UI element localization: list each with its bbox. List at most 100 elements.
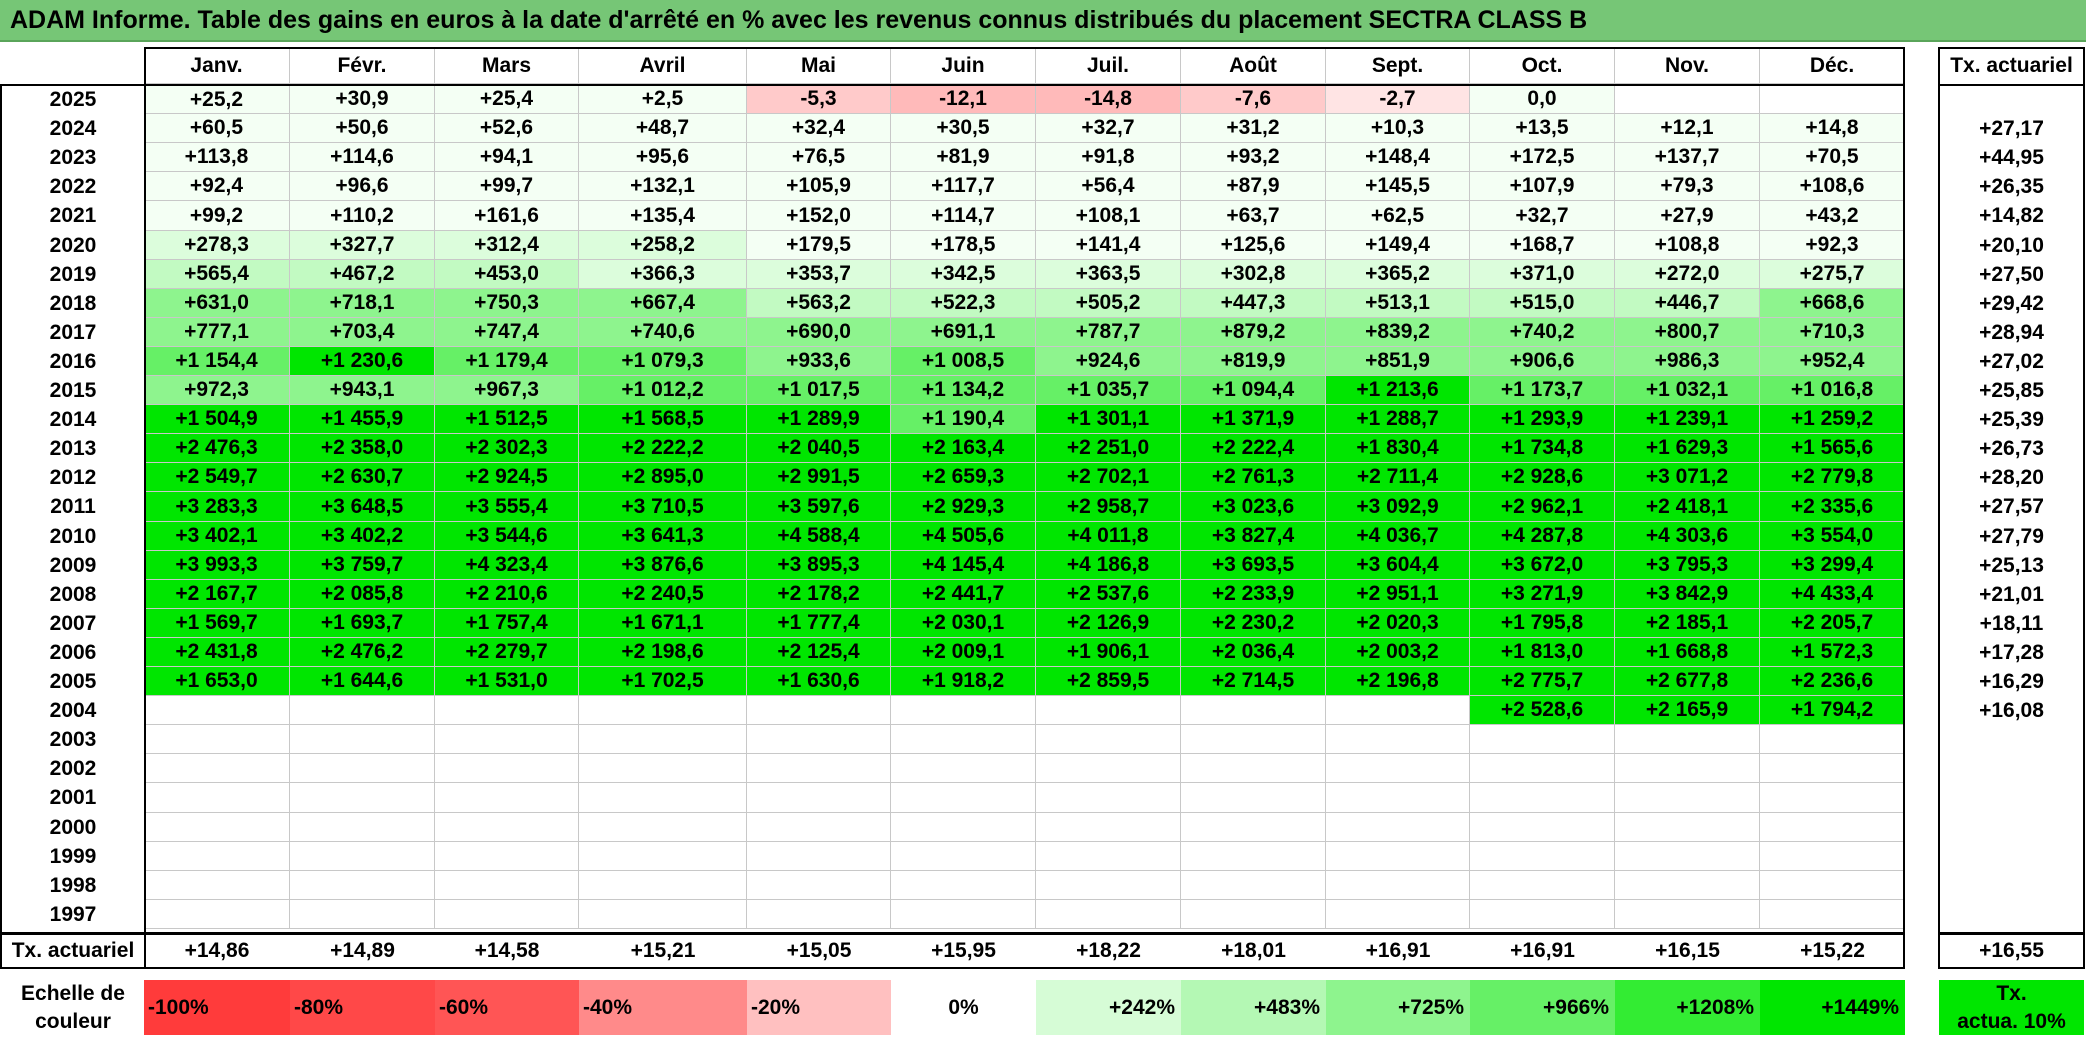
legend-swatch: -20%	[747, 980, 891, 1035]
table-cell: +710,3	[1760, 318, 1905, 347]
table-cell: +30,5	[891, 114, 1036, 143]
table-cell	[1326, 783, 1470, 813]
table-cell: +161,6	[435, 201, 579, 231]
title-bar: ADAM Informe. Table des gains en euros à…	[0, 0, 2086, 42]
year-label: 2011	[50, 495, 96, 518]
table-cell: +2 702,1	[1036, 463, 1181, 492]
table-cell: -5,3	[747, 85, 891, 114]
table-cell	[144, 725, 290, 754]
table-cell: +2 659,3	[891, 463, 1036, 492]
table-cell: +4 303,6	[1615, 522, 1760, 551]
table-cell	[891, 725, 1036, 754]
table-cell	[290, 725, 435, 754]
footer-value: +14,89	[330, 939, 395, 962]
table-cell	[1326, 725, 1470, 754]
table-cell	[290, 871, 435, 900]
table-cell: +312,4	[435, 231, 579, 260]
table-cell: +3 993,3	[144, 551, 290, 580]
table-cell: +2 630,7	[290, 463, 435, 492]
table-cell: +967,3	[435, 376, 579, 405]
table-cell: +95,6	[579, 143, 747, 172]
table-cell: +879,2	[1181, 318, 1326, 347]
table-cell: +135,4	[579, 201, 747, 231]
table-cell	[579, 842, 747, 871]
table-cell: +3 876,6	[579, 551, 747, 580]
table-cell	[1181, 842, 1326, 871]
table-cell: +81,9	[891, 143, 1036, 172]
table-cell: +2 711,4	[1326, 463, 1470, 492]
table-cell	[891, 783, 1036, 813]
table-cell: +2 198,6	[579, 638, 747, 667]
table-cell: +1 259,2	[1760, 405, 1905, 434]
row-tx-actuariel	[1939, 783, 2084, 813]
table-cell	[1615, 725, 1760, 754]
table-cell: 0,0	[1470, 85, 1615, 114]
table-cell	[1181, 696, 1326, 725]
row-tx-actuariel: +26,35	[1979, 174, 2044, 198]
table-cell	[1470, 813, 1615, 842]
table-cell: +114,6	[290, 143, 435, 172]
table-cell	[1615, 842, 1760, 871]
year-label: 2021	[49, 204, 97, 227]
year-label: 2009	[49, 553, 97, 577]
table-cell: +563,2	[747, 289, 891, 318]
table-cell: +2 185,1	[1615, 609, 1760, 638]
table-cell	[1036, 725, 1181, 754]
table-cell: +60,5	[144, 114, 290, 143]
table-cell: +2 537,6	[1036, 580, 1181, 609]
table-cell	[579, 900, 747, 929]
table-cell: +148,4	[1326, 143, 1470, 172]
table-cell: +906,6	[1470, 347, 1615, 376]
table-cell: +1 531,0	[435, 667, 579, 696]
table-cell: +747,4	[435, 318, 579, 347]
table-cell: +986,3	[1615, 347, 1760, 376]
table-cell: +3 710,5	[579, 492, 747, 522]
table-cell: +1 906,1	[1036, 638, 1181, 667]
table-cell: +3 299,4	[1760, 551, 1905, 580]
table-cell: +1 565,6	[1760, 434, 1905, 463]
table-cell: +4 433,4	[1760, 580, 1905, 609]
table-cell	[891, 696, 1036, 725]
table-cell: +149,4	[1326, 231, 1470, 260]
table-cell: +3 544,6	[435, 522, 579, 551]
table-cell	[891, 813, 1036, 842]
table-cell: +25,2	[144, 85, 290, 114]
table-cell	[1326, 754, 1470, 783]
footer-value: +15,05	[786, 939, 852, 962]
year-label: 2004	[49, 698, 97, 722]
table-cell: +851,9	[1326, 347, 1470, 376]
table-cell: +2 020,3	[1326, 609, 1470, 638]
table-cell: +1 134,2	[891, 376, 1036, 405]
table-cell: +972,3	[144, 376, 290, 405]
table-cell: +32,4	[747, 114, 891, 143]
table-cell	[747, 842, 891, 871]
table-cell: +4 036,7	[1326, 522, 1470, 551]
table-cell: +1 629,3	[1615, 434, 1760, 463]
table-cell: +137,7	[1615, 143, 1760, 172]
table-cell: +3 023,6	[1181, 492, 1326, 522]
table-cell: +2 714,5	[1181, 667, 1326, 696]
table-cell: +3 895,3	[747, 551, 891, 580]
table-cell: +99,7	[435, 172, 579, 201]
table-cell	[1181, 813, 1326, 842]
table-cell: +1 301,1	[1036, 405, 1181, 434]
year-label: 1997	[49, 902, 97, 926]
table-cell	[1326, 696, 1470, 725]
table-cell: +4 505,6	[891, 522, 1036, 551]
row-tx-actuariel: +27,02	[1979, 349, 2044, 373]
table-cell: -7,6	[1181, 85, 1326, 114]
table-cell: +114,7	[891, 201, 1036, 231]
table-cell: +2 126,9	[1036, 609, 1181, 638]
table-cell: +1 239,1	[1615, 405, 1760, 434]
table-cell	[1326, 842, 1470, 871]
table-cell: +2 210,6	[435, 580, 579, 609]
row-tx-actuariel	[1939, 813, 2084, 842]
table-cell: +2 040,5	[747, 434, 891, 463]
table-cell: +4 588,4	[747, 522, 891, 551]
table-cell: +43,2	[1760, 201, 1905, 231]
table-cell: +3 597,6	[747, 492, 891, 522]
table-cell: +1 154,4	[144, 347, 290, 376]
table-cell: +467,2	[290, 260, 435, 289]
row-tx-actuariel: +17,28	[1979, 640, 2044, 664]
row-tx-actuariel	[1939, 85, 2084, 114]
